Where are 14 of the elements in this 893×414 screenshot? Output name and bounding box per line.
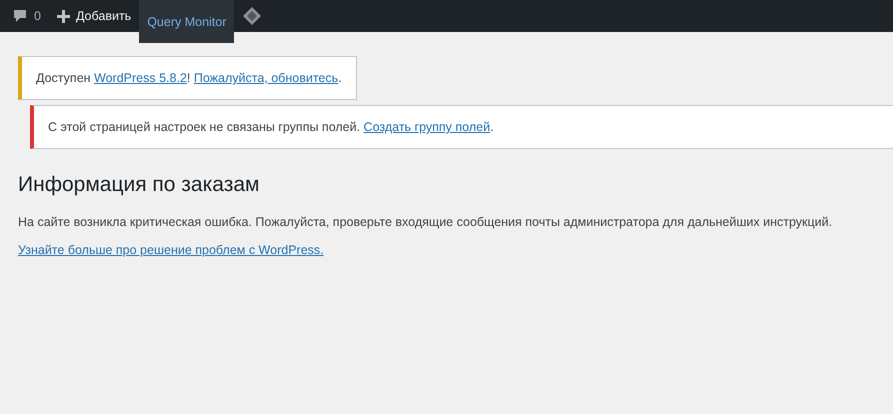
toolbar-link[interactable]: Query Monitor — [139, 0, 234, 43]
speech-bubble-icon — [12, 8, 28, 24]
notice-link[interactable]: Создать группу полей — [364, 120, 490, 134]
page-title: Информация по заказам — [18, 173, 260, 197]
notice-link[interactable]: Пожалуйста, обновитесь — [194, 71, 338, 85]
diamond-icon — [242, 6, 262, 26]
notice-message: С этой страницей настроек не связаны группы полей. Создать группу полей. — [48, 119, 495, 136]
toolbar-link[interactable]: Добавить — [48, 0, 140, 32]
toolbar-link[interactable]: 0 — [4, 0, 49, 32]
plus-icon — [56, 10, 70, 22]
help-link[interactable]: Узнайте больше про решение проблем с WordPress. — [18, 243, 324, 257]
notice-link[interactable]: WordPress 5.8.2 — [94, 71, 187, 85]
notice-message: Доступен WordPress 5.8.2! Пожалуйста, обновитесь. — [36, 70, 342, 87]
error-message: На сайте возникла критическая ошибка. Пожалуйста, проверьте входящие сообщения почты администратора для дальнейших инструкций. — [18, 215, 834, 229]
